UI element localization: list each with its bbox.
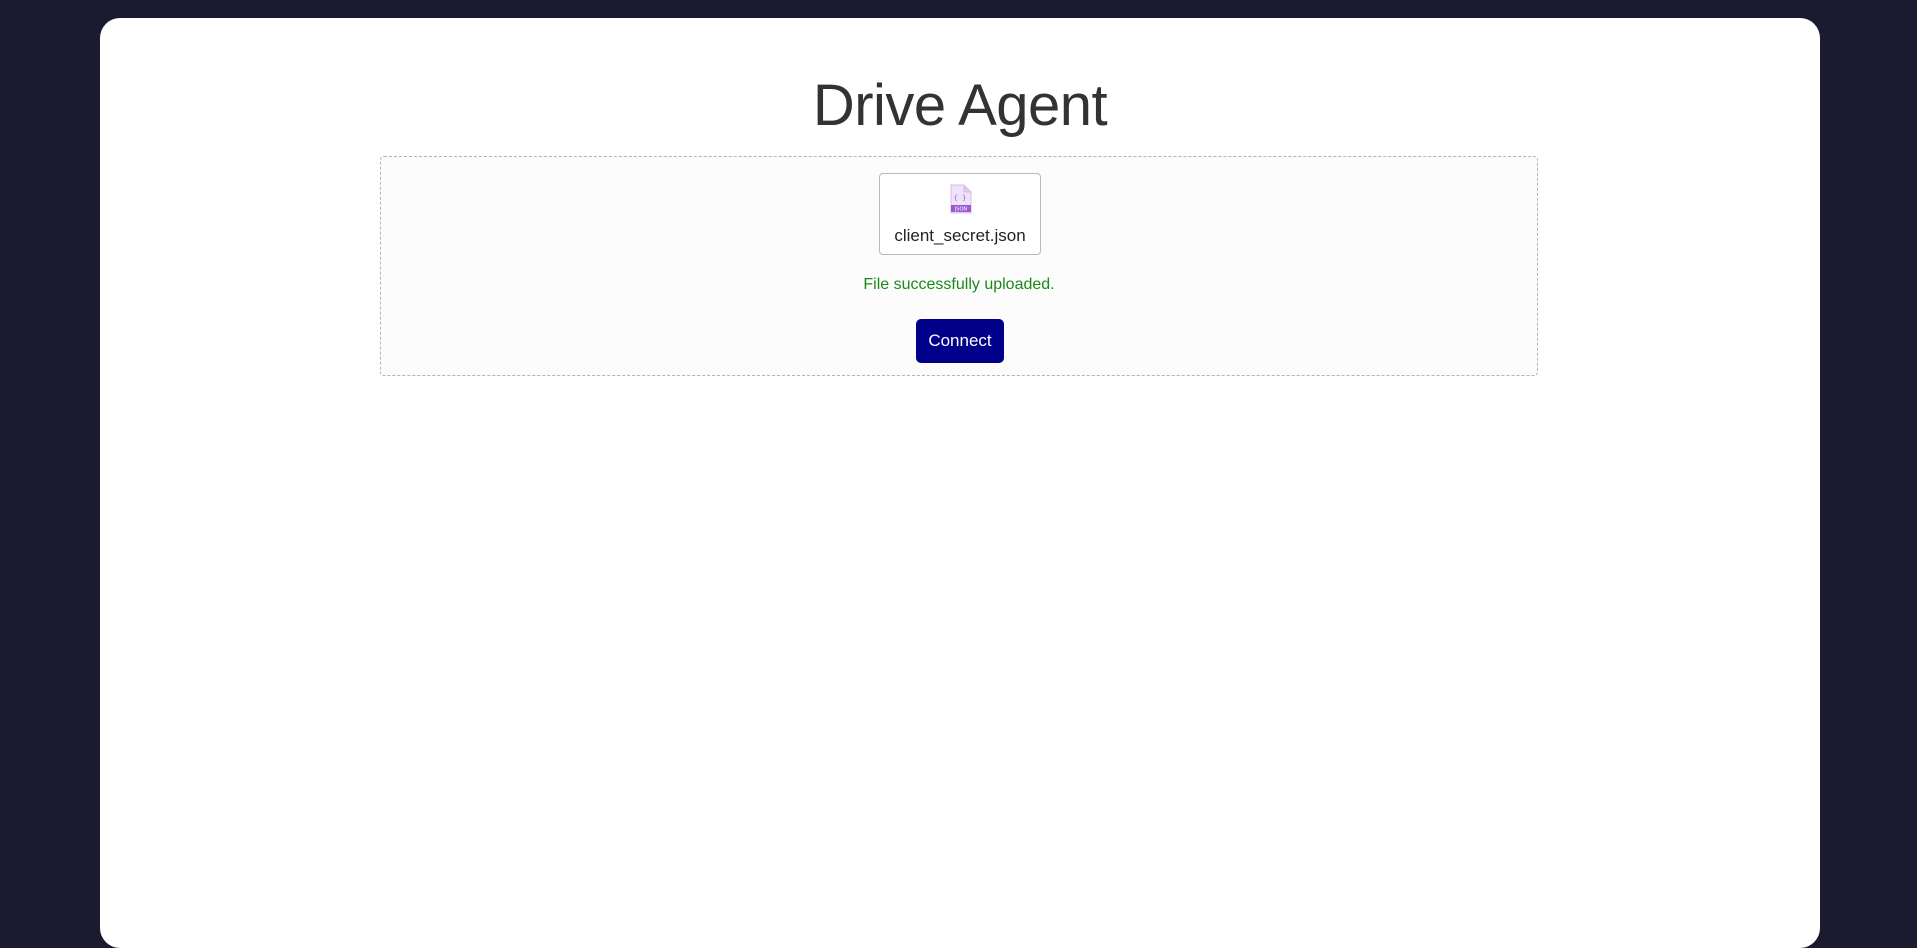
json-file-icon: { } JSON [949, 184, 973, 214]
uploaded-file-chip[interactable]: { } JSON client_secret.json [879, 173, 1041, 255]
upload-status-message: File successfully uploaded. [863, 276, 1055, 293]
file-name: client_secret.json [894, 226, 1026, 245]
connect-button[interactable]: Connect [916, 319, 1004, 363]
page-title: Drive Agent [812, 73, 1108, 138]
json-icon-badge: JSON [954, 207, 968, 213]
file-upload-dropzone[interactable]: { } JSON client_secret.json File success… [380, 156, 1538, 376]
json-icon-glyph: { } [954, 194, 967, 202]
app-card: Drive Agent { } JSON client_secret.json … [100, 18, 1820, 948]
